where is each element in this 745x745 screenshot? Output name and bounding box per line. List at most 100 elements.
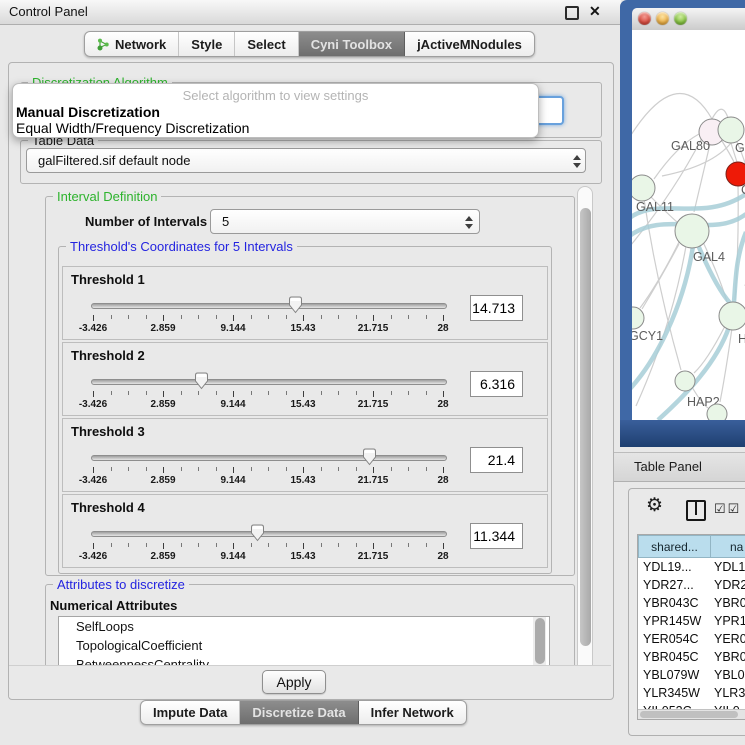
cell-name: YPR1 <box>714 612 745 630</box>
tab-cyni-toolbox[interactable]: Cyni Toolbox <box>299 32 405 56</box>
table-row[interactable]: YBL079WYBL0 <box>638 666 745 684</box>
slider-track[interactable] <box>91 455 447 461</box>
tab-infer-network[interactable]: Infer Network <box>359 701 466 724</box>
tick-mark <box>93 391 94 397</box>
number-of-intervals-combobox[interactable]: 5 <box>210 209 480 234</box>
tick-mark <box>373 315 374 321</box>
minimize-traffic-light-icon[interactable] <box>656 12 669 25</box>
control-panel-titlebar <box>0 0 621 25</box>
tick-mark <box>391 391 392 395</box>
float-window-icon[interactable] <box>565 6 579 20</box>
tick-mark <box>338 391 339 395</box>
tick-mark <box>426 467 427 471</box>
table-panel-title: Table Panel <box>634 459 702 474</box>
slider-track[interactable] <box>91 531 447 537</box>
table-row[interactable]: YBR043CYBR0 <box>638 594 745 612</box>
tick-label: 9.144 <box>213 399 253 410</box>
table-row[interactable]: YIL052CYIL0 <box>638 702 745 709</box>
tab-style[interactable]: Style <box>179 32 235 56</box>
attribute-list-item[interactable]: TopologicalCoefficient <box>59 636 549 655</box>
cell-shared-name: YER054C <box>643 630 699 648</box>
table-row[interactable]: YER054CYER0 <box>638 630 745 648</box>
threshold-panel: Threshold 1-3.4262.8599.14415.4321.71528… <box>62 266 548 340</box>
number-of-intervals-stepper-icon[interactable] <box>464 216 474 229</box>
panel-scrollbar-thumb[interactable] <box>580 208 591 646</box>
tick-mark <box>356 315 357 319</box>
popup-option-equal-width-frequency[interactable]: Equal Width/Frequency Discretization <box>16 120 249 136</box>
cell-name: YDR2 <box>714 576 745 594</box>
tick-label: 15.43 <box>283 323 323 334</box>
network-node-gal4[interactable] <box>675 214 709 248</box>
slider-thumb[interactable] <box>250 524 265 542</box>
close-icon[interactable]: ✕ <box>589 3 601 20</box>
gear-icon[interactable]: ⚙ <box>646 496 663 515</box>
close-traffic-light-icon[interactable] <box>638 12 651 25</box>
tick-label: 2.859 <box>143 475 183 486</box>
slider-track[interactable] <box>91 303 447 309</box>
network-node-gcy1[interactable] <box>632 307 644 329</box>
tab-impute-data[interactable]: Impute Data <box>141 701 240 724</box>
network-window-titlebar[interactable] <box>632 8 745 31</box>
column-header-shared[interactable]: shared... <box>638 535 711 558</box>
table-row[interactable]: YDR27...YDR2 <box>638 576 745 594</box>
tick-mark <box>391 467 392 471</box>
tick-mark <box>443 315 444 321</box>
tab-select[interactable]: Select <box>235 32 298 56</box>
network-node-hap2[interactable] <box>675 371 695 391</box>
threshold-value-field[interactable]: 11.344 <box>470 523 523 549</box>
tick-mark <box>128 315 129 319</box>
network-node-g[interactable] <box>718 117 744 143</box>
slider-track[interactable] <box>91 379 447 385</box>
slider-thumb[interactable] <box>288 296 303 314</box>
attribute-list-item[interactable]: SelfLoops <box>59 617 549 636</box>
network-node[interactable] <box>707 404 727 420</box>
column-header-name[interactable]: na <box>710 535 745 558</box>
column-layout-icon[interactable] <box>686 500 706 521</box>
tick-label: 15.43 <box>283 399 323 410</box>
tick-mark <box>198 467 199 471</box>
tick-mark <box>93 315 94 321</box>
top-tab-bar: NetworkStyle Select Cyni ToolboxjActiveMNo… <box>84 31 535 57</box>
table-row[interactable]: YBR045CYBR0 <box>638 648 745 666</box>
slider-thumb[interactable] <box>194 372 209 390</box>
network-edge-thick <box>733 232 745 312</box>
network-node-gal11[interactable] <box>632 175 655 201</box>
tick-mark <box>181 391 182 395</box>
cell-shared-name: YDL19... <box>643 558 692 576</box>
apply-button[interactable]: Apply <box>262 670 326 694</box>
cell-name: YBR0 <box>714 648 745 666</box>
tick-label: 15.43 <box>283 475 323 486</box>
cell-name: YBR0 <box>714 594 745 612</box>
attributes-list-scrollbar[interactable] <box>533 617 546 665</box>
zoom-traffic-light-icon[interactable] <box>674 12 687 25</box>
attributes-scrollbar-thumb[interactable] <box>535 618 545 664</box>
slider-thumb[interactable] <box>362 448 377 466</box>
select-columns-icons[interactable]: ☑☑ <box>714 501 741 517</box>
tick-label: 21.715 <box>353 475 393 486</box>
network-canvas[interactable]: GAL80GCGAL11GAL4GCY1HHAP2 <box>632 30 745 420</box>
tick-mark <box>321 391 322 395</box>
tick-mark <box>443 543 444 549</box>
tab-jactivemnodules[interactable]: jActiveMNodules <box>405 32 534 56</box>
table-row[interactable]: YLR345WYLR3 <box>638 684 745 702</box>
table-data-stepper-icon[interactable] <box>572 155 582 168</box>
table-row[interactable]: YPR145WYPR1 <box>638 612 745 630</box>
network-edge <box>722 141 734 162</box>
tab-network[interactable]: Network <box>85 32 179 56</box>
tick-mark <box>198 391 199 395</box>
network-node-h[interactable] <box>719 302 745 330</box>
threshold-value-field[interactable]: 21.4 <box>470 447 523 473</box>
threshold-label: Threshold 4 <box>71 500 145 515</box>
tab-discretize-data[interactable]: Discretize Data <box>240 701 358 724</box>
tab-label: Select <box>247 37 285 52</box>
threshold-value-field[interactable]: 6.316 <box>470 371 523 397</box>
tick-mark <box>163 315 164 321</box>
threshold-value-field[interactable]: 14.713 <box>470 295 523 321</box>
table-hscrollbar-thumb[interactable] <box>640 711 738 718</box>
threshold-label: Threshold 2 <box>71 348 145 363</box>
popup-option-manual-discretization[interactable]: Manual Discretization <box>16 104 160 120</box>
cell-name: YDL1 <box>714 558 745 576</box>
table-horizontal-scrollbar[interactable] <box>638 709 745 720</box>
table-row[interactable]: YDL19... YDL1 <box>638 558 745 576</box>
table-data-combobox[interactable]: galFiltered.sif default node <box>26 148 586 173</box>
